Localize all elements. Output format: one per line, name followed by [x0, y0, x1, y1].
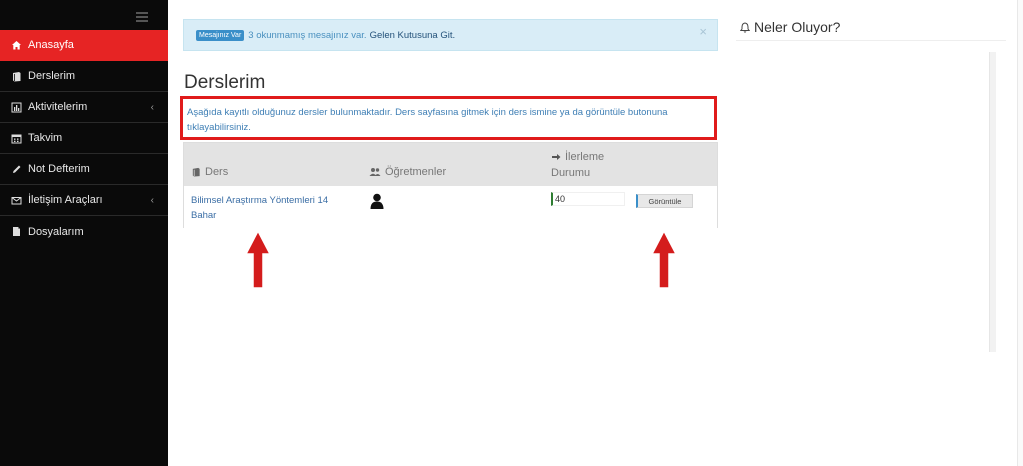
course-name-link[interactable]: Bilimsel Araştırma Yöntemleri 14 Bahar: [191, 193, 351, 223]
sidebar: Anasayfa Derslerim Aktivitelerim ‹ Takvi…: [0, 0, 168, 466]
unread-messages-alert: Mesajınız Var 3 okunmamış mesajınız var.…: [183, 19, 718, 51]
view-button[interactable]: Görüntüle: [636, 194, 693, 208]
book-icon: [11, 71, 22, 82]
chevron-left-icon: ‹: [150, 195, 154, 206]
courses-table: Ders Öğretmenler İlerleme Durumu Bilimse…: [183, 142, 718, 228]
users-icon: [369, 167, 381, 177]
table-row: Bilimsel Araştırma Yöntemleri 14 Bahar 4…: [184, 186, 717, 228]
sidebar-item-not-defterim[interactable]: Not Defterim: [0, 154, 168, 185]
pencil-icon: [11, 164, 22, 175]
table-header: Ders Öğretmenler İlerleme Durumu: [184, 143, 717, 186]
teacher-avatar-icon[interactable]: [370, 193, 384, 214]
chevron-left-icon: ‹: [150, 102, 154, 113]
column-header-course: Ders: [191, 166, 228, 178]
inbox-link[interactable]: Gelen Kutusuna Git.: [370, 30, 456, 41]
activity-panel: Neler Oluyor?: [728, 0, 1023, 466]
home-icon: [11, 40, 22, 51]
app-window: Anasayfa Derslerim Aktivitelerim ‹ Takvi…: [0, 0, 1023, 466]
column-header-teachers: Öğretmenler: [369, 166, 446, 178]
messages-badge: Mesajınız Var: [196, 29, 245, 41]
divider: [736, 40, 1006, 41]
alert-message: 3 okunmamış mesajınız var.: [248, 29, 367, 41]
sidebar-item-label: Dosyalarım: [28, 225, 84, 238]
sidebar-item-takvim[interactable]: Takvim: [0, 123, 168, 154]
bell-icon: [740, 21, 750, 33]
calendar-icon: [11, 133, 22, 144]
sidebar-item-iletisim-araclari[interactable]: İletişim Araçları ‹: [0, 185, 168, 216]
book-icon: [191, 167, 201, 177]
arrow-right-icon: [551, 152, 561, 162]
arrow-up-icon: [245, 230, 271, 289]
arrow-up-icon: [651, 230, 677, 289]
menu-toggle-icon[interactable]: [136, 12, 148, 22]
sidebar-item-label: İletişim Araçları: [28, 194, 103, 206]
activity-panel-title: Neler Oluyor?: [740, 19, 840, 35]
sidebar-item-label: Not Defterim: [28, 163, 90, 175]
page-scrollbar[interactable]: [1017, 0, 1023, 466]
courses-info-text: Aşağıda kayıtlı olduğunuz dersler bulunm…: [180, 96, 717, 140]
column-header-progress: İlerleme Durumu: [551, 151, 605, 179]
sidebar-item-aktivitelerim[interactable]: Aktivitelerim ‹: [0, 92, 168, 123]
scrollbar[interactable]: [989, 52, 996, 352]
sidebar-item-label: Takvim: [28, 132, 63, 144]
chart-icon: [11, 102, 22, 113]
progress-value: 40: [551, 192, 625, 206]
close-icon[interactable]: ×: [699, 24, 707, 39]
main-content: Mesajınız Var 3 okunmamış mesajınız var.…: [168, 0, 728, 466]
sidebar-item-label: Anasayfa: [28, 39, 74, 51]
file-icon: [11, 226, 22, 237]
sidebar-item-label: Derslerim: [28, 70, 76, 82]
sidebar-item-anasayfa[interactable]: Anasayfa: [0, 30, 168, 61]
sidebar-header: [0, 0, 168, 30]
envelope-icon: [11, 195, 22, 206]
sidebar-item-derslerim[interactable]: Derslerim: [0, 61, 168, 92]
sidebar-item-dosyalarim[interactable]: Dosyalarım: [0, 216, 168, 247]
page-title: Derslerim: [184, 72, 266, 93]
sidebar-item-label: Aktivitelerim: [28, 101, 88, 113]
